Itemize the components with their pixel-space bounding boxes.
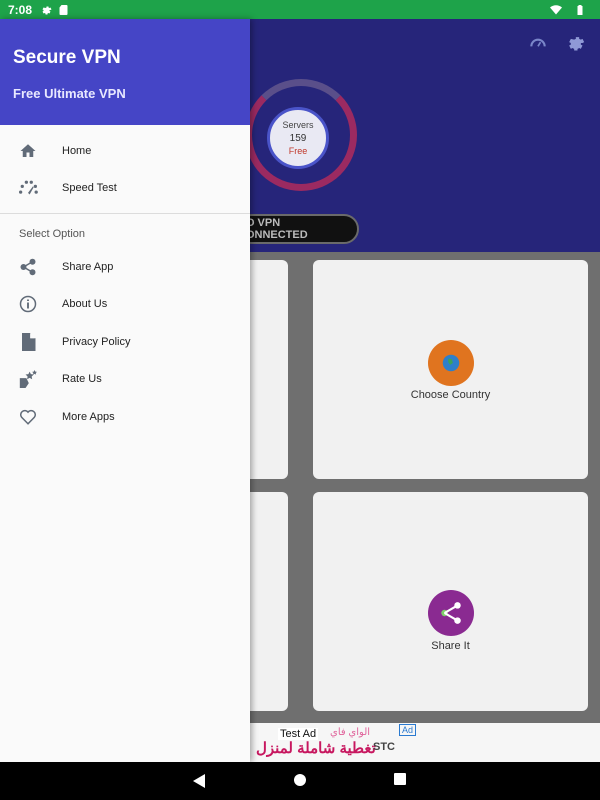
- menu-item-label: Privacy Policy: [62, 335, 131, 348]
- menu-item-label: Rate Us: [62, 373, 102, 386]
- system-nav-bar: [0, 762, 600, 800]
- home-nav-icon[interactable]: [293, 773, 307, 787]
- menu-item-label: Speed Test: [62, 182, 117, 195]
- wifi-icon: [550, 4, 562, 14]
- menu-item-label: About Us: [62, 298, 108, 311]
- sd-card-icon: [59, 4, 68, 15]
- status-bar: 7:08: [0, 0, 600, 19]
- menu-item-label: More Apps: [62, 410, 115, 423]
- rate-icon: [18, 369, 38, 389]
- settings-status-icon: [42, 6, 52, 14]
- drawer-header: Secure VPN Free Ultimate VPN: [0, 19, 250, 125]
- speedometer-icon: [18, 178, 38, 198]
- menu-item-label: Share App: [62, 260, 114, 273]
- secondary-menu: Share App About Us Privacy Policy Rate U…: [0, 248, 250, 436]
- battery-icon: [577, 4, 583, 15]
- menu-item-more-apps[interactable]: More Apps: [0, 398, 250, 436]
- info-icon: [18, 294, 38, 314]
- menu-item-speed-test[interactable]: Speed Test: [0, 170, 250, 208]
- menu-item-share-app[interactable]: Share App: [0, 248, 250, 286]
- drawer-title: Secure VPN: [13, 47, 121, 68]
- section-label-select-option: Select Option: [19, 228, 86, 240]
- menu-item-label: Home: [62, 144, 92, 157]
- primary-menu: Home Speed Test: [0, 125, 250, 207]
- back-icon[interactable]: [192, 773, 206, 789]
- drawer-subtitle: Free Ultimate VPN: [13, 86, 126, 101]
- heart-icon: [18, 407, 38, 427]
- navigation-drawer: Secure VPN Free Ultimate VPN Home Speed …: [0, 19, 250, 762]
- menu-item-home[interactable]: Home: [0, 132, 250, 170]
- status-time: 7:08: [8, 2, 33, 17]
- home-icon: [18, 141, 38, 161]
- menu-item-rate-us[interactable]: Rate Us: [0, 361, 250, 399]
- document-icon: [18, 332, 38, 352]
- menu-item-about-us[interactable]: About Us: [0, 286, 250, 324]
- share-icon: [18, 257, 38, 277]
- recents-icon[interactable]: [394, 773, 406, 785]
- menu-item-privacy-policy[interactable]: Privacy Policy: [0, 323, 250, 361]
